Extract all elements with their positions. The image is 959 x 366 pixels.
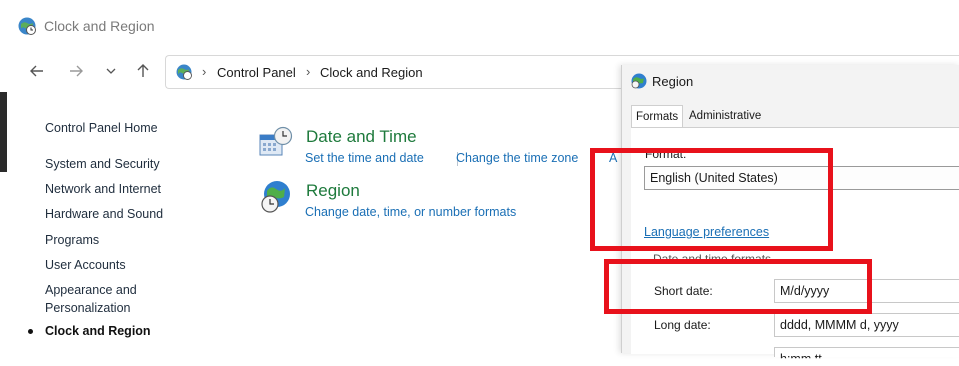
sidebar-item-network-and-internet[interactable]: Network and Internet — [45, 182, 161, 196]
long-date-label: Long date: — [654, 318, 711, 332]
calendar-clock-icon — [259, 126, 293, 156]
dialog-title: Region — [652, 74, 694, 89]
back-button[interactable] — [26, 60, 48, 82]
window-edge — [0, 92, 7, 172]
control-panel-icon — [176, 64, 192, 80]
date-and-time-title[interactable]: Date and Time — [306, 127, 417, 147]
chevron-down-icon — [106, 68, 116, 74]
tab-administrative[interactable]: Administrative — [685, 105, 765, 127]
sidebar-item-hardware-and-sound[interactable]: Hardware and Sound — [45, 207, 163, 221]
breadcrumb-clock-and-region[interactable]: Clock and Region — [320, 65, 423, 80]
arrow-up-icon — [137, 64, 149, 77]
sidebar-item-clock-and-region[interactable]: Clock and Region — [45, 324, 151, 338]
sidebar-item-control-panel-home[interactable]: Control Panel Home — [45, 121, 158, 135]
globe-clock-icon — [261, 181, 290, 213]
sidebar-item-appearance-line1[interactable]: Appearance and — [45, 283, 137, 297]
main-content: Date and Time Set the time and date Chan… — [240, 92, 620, 353]
region-title[interactable]: Region — [306, 181, 360, 201]
sidebar-item-appearance-line2[interactable]: Personalization — [45, 301, 130, 315]
change-formats-link[interactable]: Change date, time, or number formats — [305, 205, 516, 219]
title-bar: Clock and Region — [0, 0, 959, 52]
breadcrumb-control-panel[interactable]: Control Panel — [217, 65, 296, 80]
left-navigation: Control Panel Home System and Security N… — [0, 92, 235, 353]
change-time-zone-link[interactable]: Change the time zone — [456, 151, 578, 165]
long-date-select[interactable]: dddd, MMMM d, yyyy — [774, 313, 959, 337]
globe-icon — [631, 73, 647, 89]
up-button[interactable] — [132, 60, 154, 82]
short-time-select[interactable]: h:mm tt — [774, 347, 959, 358]
set-time-and-date-link[interactable]: Set the time and date — [305, 151, 424, 165]
sidebar-item-user-accounts[interactable]: User Accounts — [45, 258, 126, 272]
long-date-value: dddd, MMMM d, yyyy — [780, 318, 899, 332]
recent-locations-button[interactable] — [100, 60, 122, 82]
window-title: Clock and Region — [44, 18, 155, 34]
chevron-right-icon: › — [306, 64, 311, 79]
sidebar-item-programs[interactable]: Programs — [45, 233, 99, 247]
clock-region-app-icon — [18, 17, 36, 35]
chevron-right-icon: › — [202, 64, 207, 79]
sidebar-item-system-and-security[interactable]: System and Security — [45, 157, 160, 171]
annotation-box-short-date — [604, 259, 872, 314]
forward-button[interactable] — [65, 60, 87, 82]
arrow-right-icon — [70, 65, 83, 77]
tab-formats[interactable]: Formats — [631, 105, 683, 127]
short-time-value: h:mm tt — [780, 352, 822, 366]
annotation-box-format — [590, 148, 833, 251]
arrow-left-icon — [30, 65, 43, 77]
active-bullet — [28, 329, 33, 334]
